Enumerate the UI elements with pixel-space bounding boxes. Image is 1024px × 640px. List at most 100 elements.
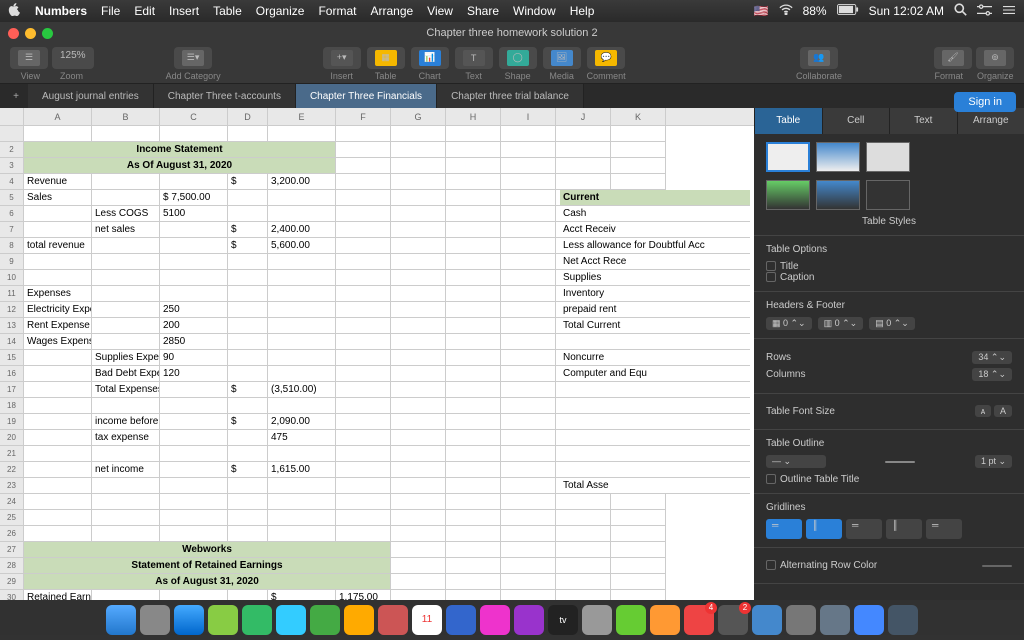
table-style-thumb[interactable] (816, 142, 860, 172)
dock-safari[interactable] (174, 605, 204, 635)
table-row[interactable]: 30Retained Earnings, June 1$1,175.00 (0, 590, 754, 600)
dock-app[interactable] (752, 605, 782, 635)
dock-app[interactable] (854, 605, 884, 635)
font-smaller-button[interactable]: ᴀ (975, 405, 991, 417)
app-name[interactable]: Numbers (35, 4, 87, 18)
chart-button[interactable]: 📊 (411, 47, 449, 69)
font-larger-button[interactable]: A (994, 405, 1012, 417)
dock-tv[interactable]: tv (548, 605, 578, 635)
table-row[interactable] (0, 126, 754, 142)
sheet-tab-0[interactable]: August journal entries (28, 84, 154, 108)
maximize-icon[interactable] (42, 28, 53, 39)
comment-button[interactable]: 💬 (587, 47, 625, 69)
menu-edit[interactable]: Edit (134, 4, 155, 18)
caption-checkbox[interactable] (766, 272, 776, 282)
media-button[interactable]: 🖼 (543, 47, 581, 69)
dock-app[interactable] (820, 605, 850, 635)
search-icon[interactable] (954, 3, 967, 19)
view-button[interactable]: ☰ (10, 47, 48, 69)
text-button[interactable]: T (455, 47, 493, 69)
title-checkbox[interactable] (766, 261, 776, 271)
minimize-icon[interactable] (25, 28, 36, 39)
inspector-tab-table[interactable]: Table (754, 108, 822, 134)
notifications-icon[interactable] (1002, 4, 1016, 19)
dock-app[interactable] (310, 605, 340, 635)
table-style-thumb[interactable] (866, 142, 910, 172)
alt-row-color-well[interactable] (982, 565, 1012, 567)
table-row[interactable]: 25 (0, 510, 754, 526)
inspector-tab-text[interactable]: Text (889, 108, 957, 134)
dock-app[interactable] (208, 605, 238, 635)
menu-format[interactable]: Format (318, 4, 356, 18)
table-style-thumb[interactable] (766, 142, 810, 172)
dock-app[interactable]: 4 (684, 605, 714, 635)
gridlines-body-v-button[interactable]: ║ (886, 519, 922, 539)
menu-table[interactable]: Table (213, 4, 242, 18)
zoom-select[interactable]: 125% (52, 47, 94, 69)
gridlines-body-h-button[interactable]: ═ (846, 519, 882, 539)
dock-app[interactable] (140, 605, 170, 635)
dock-numbers[interactable] (616, 605, 646, 635)
wifi-icon[interactable] (779, 4, 793, 18)
sheet-tab-3[interactable]: Chapter three trial balance (437, 84, 584, 108)
table-style-thumb[interactable] (816, 180, 860, 210)
menu-organize[interactable]: Organize (256, 4, 305, 18)
menu-help[interactable]: Help (570, 4, 595, 18)
dock-app[interactable] (582, 605, 612, 635)
dock-app[interactable] (378, 605, 408, 635)
table-row[interactable]: 4Revenue$3,200.00 (0, 174, 754, 190)
dock-app[interactable] (650, 605, 680, 635)
menu-arrange[interactable]: Arrange (370, 4, 413, 18)
dock-calendar[interactable]: 11 (412, 605, 442, 635)
outline-title-checkbox[interactable] (766, 474, 776, 484)
dock-finder[interactable] (106, 605, 136, 635)
rows-stepper[interactable]: 34 ⌃⌄ (972, 351, 1012, 364)
gridlines-footer-button[interactable]: ═ (926, 519, 962, 539)
table-row[interactable]: 24 (0, 494, 754, 510)
table-button[interactable]: ▦ (367, 47, 405, 69)
alt-row-checkbox[interactable] (766, 560, 776, 570)
table-style-thumb[interactable] (866, 180, 910, 210)
dock-settings[interactable]: 2 (718, 605, 748, 635)
shape-button[interactable]: ◯ (499, 47, 537, 69)
table-style-thumb[interactable] (766, 180, 810, 210)
signin-button[interactable]: Sign in (954, 92, 1016, 112)
format-button[interactable]: 🖌 (934, 47, 972, 69)
outline-color-well[interactable] (885, 461, 915, 463)
menu-share[interactable]: Share (467, 4, 499, 18)
footer-rows-stepper[interactable]: ▤ 0 ⌃⌄ (869, 317, 915, 330)
collaborate-button[interactable]: 👥 (800, 47, 838, 69)
organize-button[interactable]: ⊚ (976, 47, 1014, 69)
add-sheet-button[interactable]: + (4, 84, 28, 108)
dock-app[interactable] (344, 605, 374, 635)
outline-width-stepper[interactable]: 1 pt ⌄ (975, 455, 1012, 468)
insert-button[interactable]: +▾ (323, 47, 361, 69)
table-row[interactable]: 26 (0, 526, 754, 542)
dock-app[interactable] (446, 605, 476, 635)
menu-insert[interactable]: Insert (169, 4, 199, 18)
control-center-icon[interactable] (977, 4, 992, 19)
flag-icon[interactable]: 🇺🇸 (754, 4, 769, 18)
gridlines-v-button[interactable]: ║ (806, 519, 842, 539)
inspector-tab-cell[interactable]: Cell (822, 108, 890, 134)
dock-app[interactable] (786, 605, 816, 635)
add-category-button[interactable]: ☰▾ (174, 47, 212, 69)
dock-messages[interactable] (276, 605, 306, 635)
close-icon[interactable] (8, 28, 19, 39)
cols-stepper[interactable]: 18 ⌃⌄ (972, 368, 1012, 381)
apple-icon[interactable] (8, 3, 21, 19)
menu-view[interactable]: View (427, 4, 453, 18)
outline-style-select[interactable]: — ⌄ (766, 455, 826, 468)
dock-podcasts[interactable] (514, 605, 544, 635)
spreadsheet[interactable]: AB CD EF GH IJ K 2Income Statement3As Of… (0, 108, 754, 600)
sheet-tab-2[interactable]: Chapter Three Financials (296, 84, 437, 108)
header-rows-stepper[interactable]: ▦ 0 ⌃⌄ (766, 317, 812, 330)
menu-file[interactable]: File (101, 4, 120, 18)
gridlines-h-button[interactable]: ═ (766, 519, 802, 539)
dock-app[interactable] (242, 605, 272, 635)
header-cols-stepper[interactable]: ▥ 0 ⌃⌄ (818, 317, 864, 330)
menu-window[interactable]: Window (513, 4, 556, 18)
dock-app[interactable] (888, 605, 918, 635)
sheet-tab-1[interactable]: Chapter Three t-accounts (154, 84, 296, 108)
dock-music[interactable] (480, 605, 510, 635)
